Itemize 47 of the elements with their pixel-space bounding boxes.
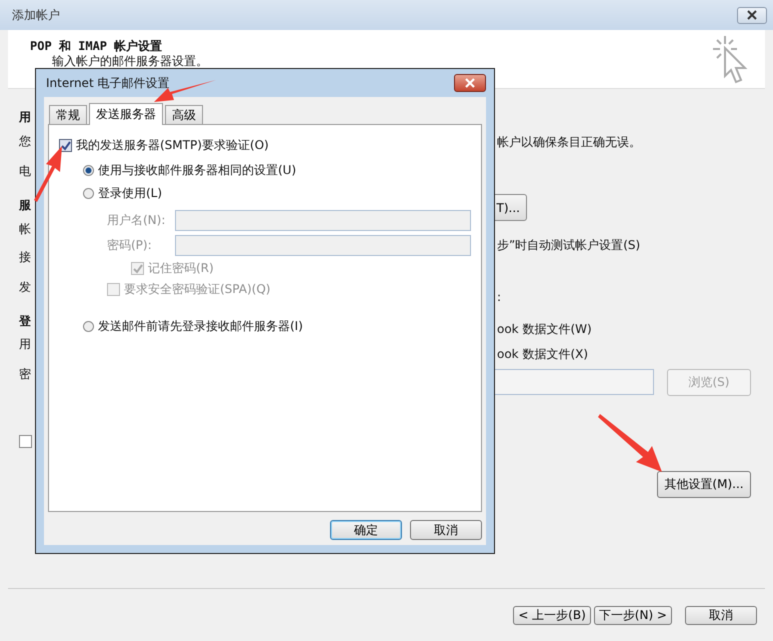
section-heading: 服 [19, 197, 31, 214]
option-label: 步”时自动测试帐户设置(S) [497, 237, 640, 254]
field-label: 发 [19, 279, 31, 296]
field-label: 您 [19, 133, 31, 150]
section-heading: 登 [19, 313, 31, 330]
close-icon [745, 10, 759, 20]
option-label: ook 数据文件(X) [497, 346, 588, 363]
radio-button[interactable] [83, 188, 94, 199]
dialog-button[interactable]: 确定 [330, 520, 402, 540]
annotation-arrow [34, 146, 62, 202]
field-label: 密码(P): [107, 237, 153, 254]
dialog-button[interactable]: 取消 [410, 520, 482, 540]
section-heading: 用 [19, 109, 31, 126]
checkbox-label: 要求安全密码验证(SPA)(Q) [124, 281, 270, 298]
option-label: 帐户以确保条目正确无误。 [497, 134, 641, 151]
annotation-arrow [598, 414, 662, 472]
field-label: 电 [19, 163, 31, 180]
tab[interactable]: 常规 [49, 105, 87, 124]
radio-button[interactable] [83, 321, 94, 332]
option-label: : [497, 290, 502, 304]
close-icon [463, 78, 477, 88]
more-settings-button[interactable]: 其他设置(M)... [657, 471, 751, 498]
tab[interactable]: 发送服务器 [89, 103, 163, 125]
close-button[interactable] [737, 6, 767, 24]
checkbox[interactable] [19, 435, 32, 448]
dialog-title: Internet 电子邮件设置 [46, 74, 170, 92]
field-label: 用 [19, 336, 31, 353]
checkbox[interactable] [59, 139, 72, 152]
checkbox-label: 我的发送服务器(SMTP)要求验证(O) [76, 137, 269, 154]
checkbox-label: 记住密码(R) [148, 260, 214, 277]
radio-button[interactable] [83, 165, 94, 176]
wizard-button[interactable]: 下一步(N) > [594, 606, 672, 624]
field-label: 接 [19, 249, 31, 266]
wizard-button[interactable]: < 上一步(B) [513, 606, 591, 624]
wizard-button[interactable]: 取消 [685, 606, 757, 624]
radio-label: 登录使用(L) [98, 185, 162, 202]
field-label: 用户名(N): [107, 212, 166, 229]
close-button[interactable] [454, 74, 486, 92]
field-label: 帐 [19, 221, 31, 238]
tab[interactable]: 高级 [165, 105, 203, 124]
option-label: ook 数据文件(W) [497, 321, 592, 338]
radio-label: 使用与接收邮件服务器相同的设置(U) [98, 162, 296, 179]
page-heading: POP 和 IMAP 帐户设置 [30, 39, 164, 53]
field-label: 密 [19, 366, 31, 383]
radio-label: 发送邮件前请先登录接收邮件服务器(I) [98, 318, 303, 335]
window-title: 添加帐户 [12, 6, 60, 24]
page-subtitle: 输入帐户的邮件服务器设置。 [51, 54, 208, 68]
